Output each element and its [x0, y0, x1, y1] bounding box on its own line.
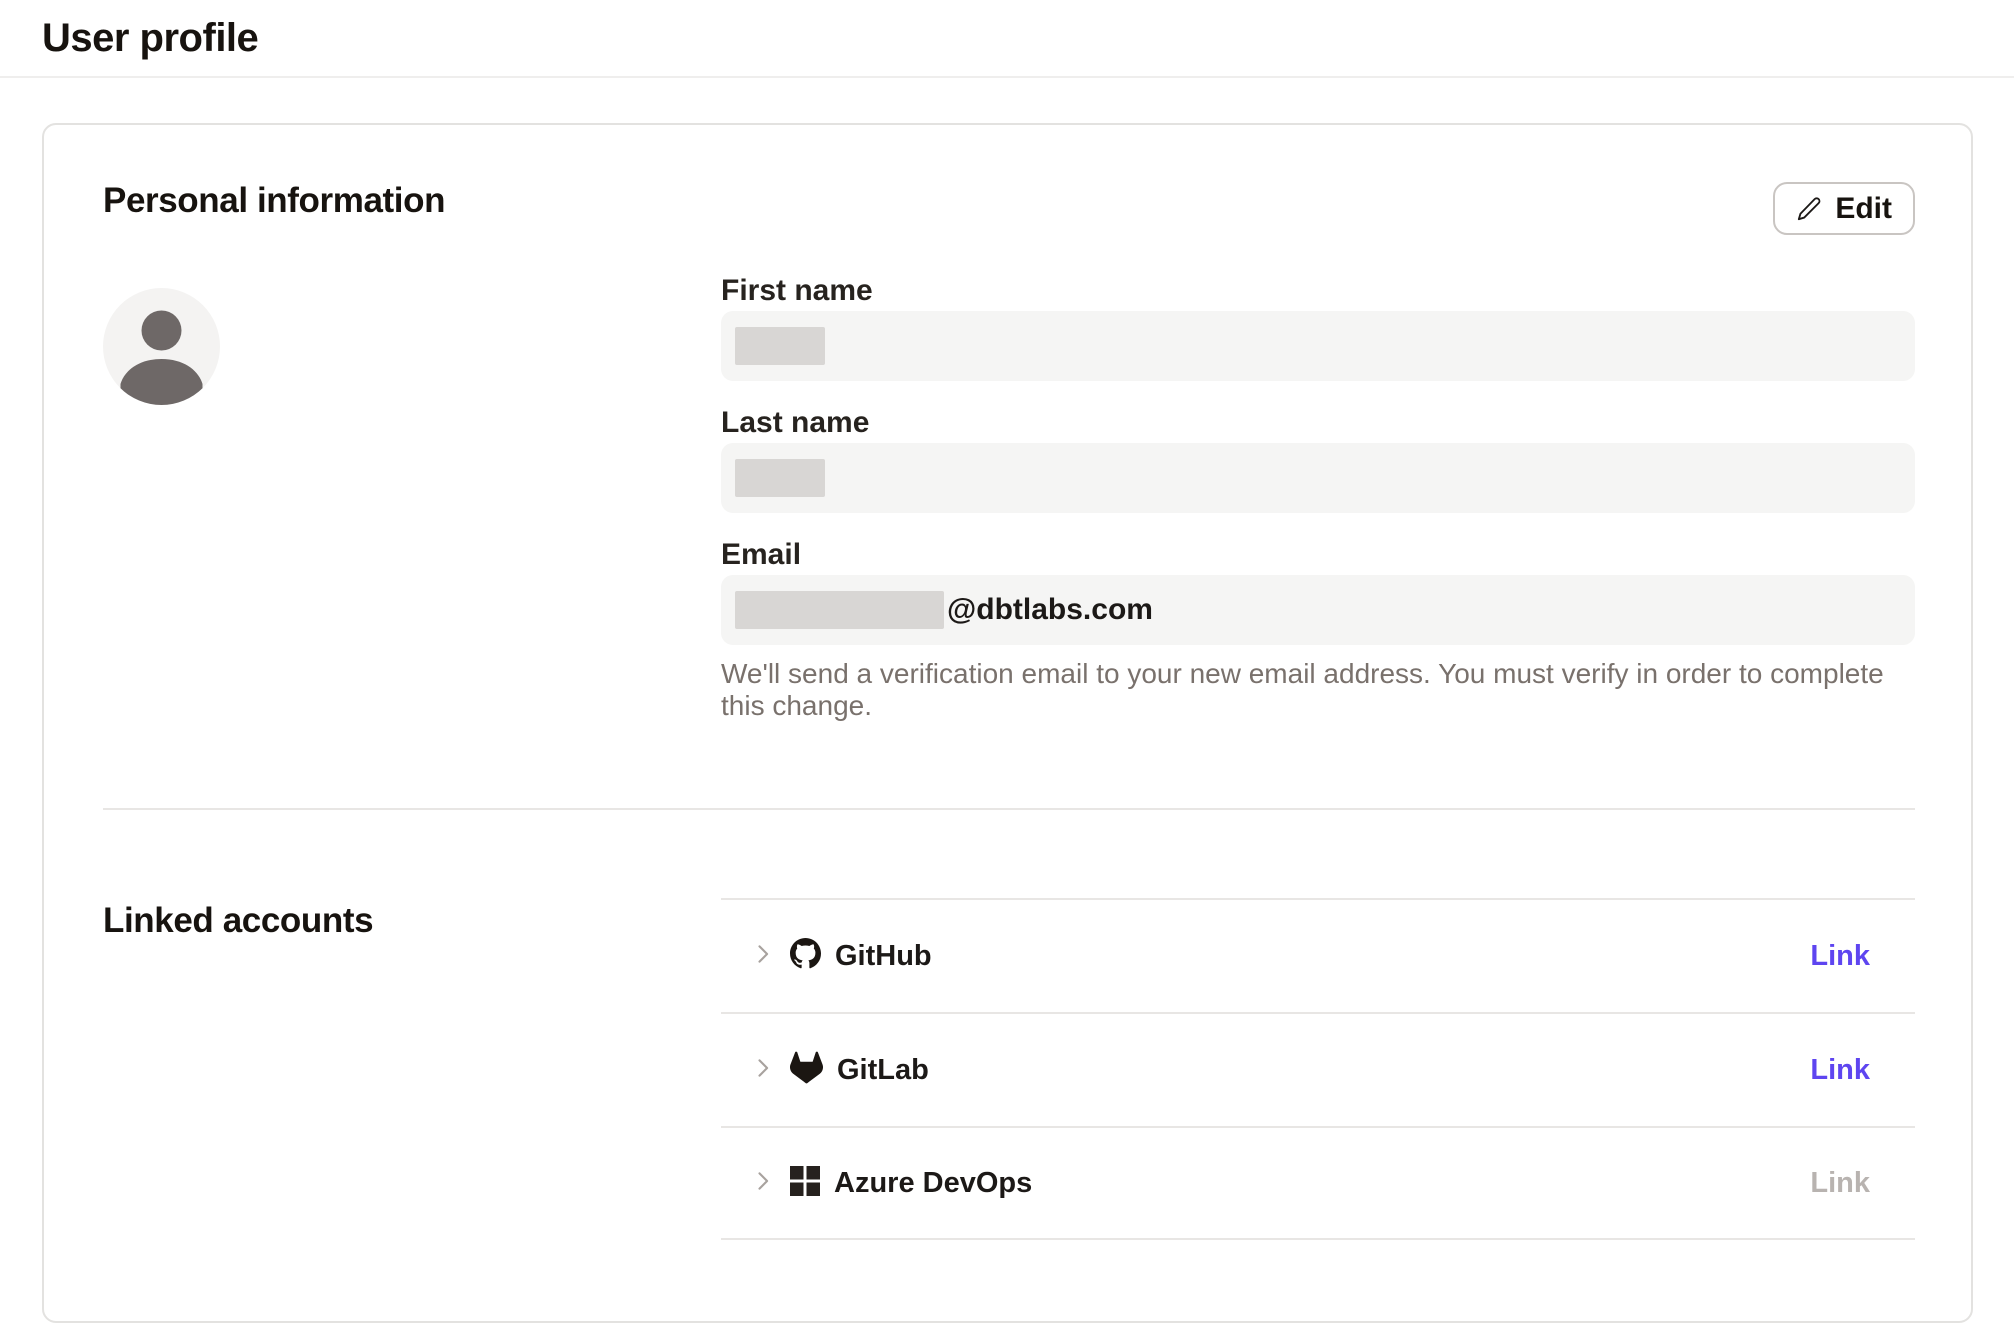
- account-row-azure-devops[interactable]: Azure DevOps Link: [721, 1126, 1915, 1240]
- personal-info-section: Personal information Edit: [103, 180, 1915, 810]
- personal-info-form: First name Last name Email @dbtlabs.: [721, 275, 1915, 722]
- account-row-gitlab[interactable]: GitLab Link: [721, 1012, 1915, 1126]
- first-name-input[interactable]: [721, 311, 1915, 381]
- first-name-label: First name: [721, 275, 1915, 307]
- avatar-column: [103, 275, 721, 722]
- avatar: [103, 288, 220, 405]
- pencil-icon: [1796, 196, 1822, 222]
- profile-card: Personal information Edit: [42, 123, 1973, 1323]
- email-label: Email: [721, 539, 1915, 571]
- github-icon: [790, 938, 821, 974]
- page-header: User profile: [0, 0, 2014, 78]
- gitlab-icon: [790, 1051, 823, 1089]
- chevron-right-icon[interactable]: [749, 1167, 777, 1200]
- personal-info-title: Personal information: [103, 180, 445, 222]
- last-name-field: Last name: [721, 407, 1915, 513]
- email-input[interactable]: @dbtlabs.com: [721, 575, 1915, 645]
- chevron-right-icon[interactable]: [749, 1054, 777, 1087]
- redacted-value: [735, 327, 825, 365]
- link-action[interactable]: Link: [1810, 940, 1870, 973]
- last-name-input[interactable]: [721, 443, 1915, 513]
- account-name: GitLab: [837, 1054, 929, 1087]
- link-action-disabled: Link: [1810, 1167, 1870, 1200]
- account-row-github[interactable]: GitHub Link: [721, 898, 1915, 1012]
- edit-button-label: Edit: [1835, 192, 1892, 226]
- linked-accounts-title: Linked accounts: [103, 900, 721, 942]
- email-domain-text: @dbtlabs.com: [947, 593, 1153, 627]
- edit-button[interactable]: Edit: [1773, 182, 1915, 235]
- page-title: User profile: [42, 16, 258, 61]
- azure-devops-icon: [790, 1166, 820, 1201]
- chevron-right-icon[interactable]: [749, 940, 777, 973]
- link-action[interactable]: Link: [1810, 1054, 1870, 1087]
- redacted-value: [735, 591, 944, 629]
- email-field: Email @dbtlabs.com We'll send a verifica…: [721, 539, 1915, 722]
- first-name-field: First name: [721, 275, 1915, 381]
- account-name: Azure DevOps: [834, 1167, 1032, 1200]
- last-name-label: Last name: [721, 407, 1915, 439]
- email-helper-text: We'll send a verification email to your …: [721, 658, 1915, 722]
- linked-accounts-section: Linked accounts GitHub Link: [103, 810, 1915, 1240]
- redacted-value: [735, 459, 825, 497]
- linked-accounts-list: GitHub Link GitLab Link: [721, 898, 1915, 1240]
- account-name: GitHub: [835, 940, 932, 973]
